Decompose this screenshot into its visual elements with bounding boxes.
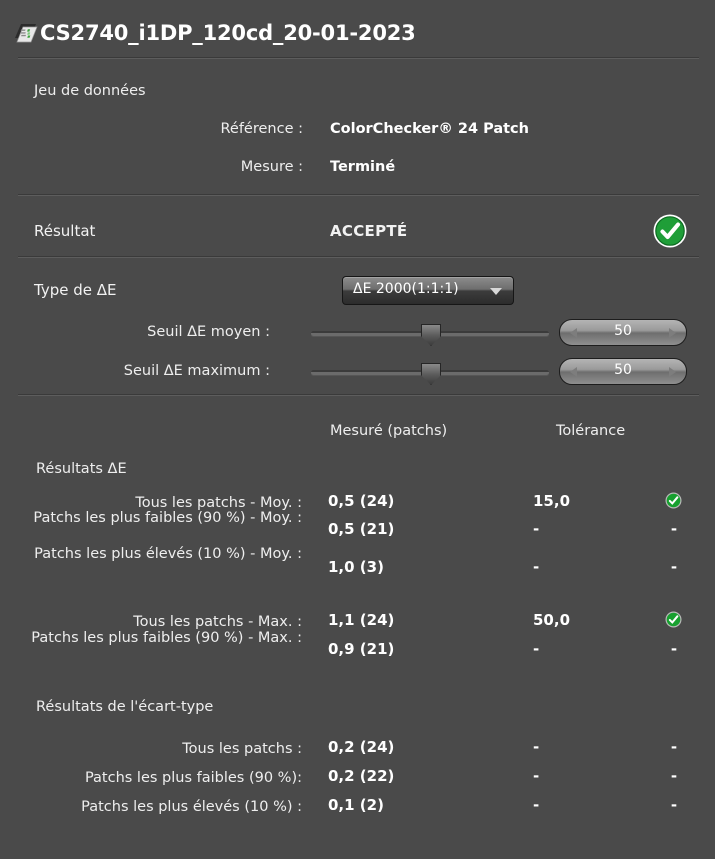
table-row-measured: 1,0 (3) — [328, 558, 384, 576]
table-row-tolerance: - — [533, 767, 540, 785]
delta-e-type-selected-value: ΔE 2000(1:1:1) — [353, 281, 459, 297]
measure-value: Terminé — [330, 159, 396, 175]
check-circle-icon — [653, 214, 687, 248]
table-row-label: Patchs les plus faibles (90 %) - Max. : — [31, 630, 302, 646]
divider-3 — [18, 256, 699, 258]
mean-threshold-label: Seuil ΔE moyen : — [147, 324, 270, 340]
dataset-section-label: Jeu de données — [34, 83, 146, 99]
max-threshold-slider-thumb[interactable] — [421, 363, 441, 385]
table-row-tolerance: - — [533, 640, 540, 658]
triangle-right-icon[interactable] — [669, 328, 676, 338]
delta-e-results-heading: Résultats ΔE — [36, 461, 127, 477]
delta-e-type-label: Type de ΔE — [34, 281, 117, 299]
table-row-tolerance: 50,0 — [533, 611, 571, 629]
result-label: Résultat — [34, 222, 96, 240]
chevron-down-icon[interactable] — [490, 288, 502, 295]
measured-column-header: Mesuré (patchs) — [330, 423, 448, 439]
table-row-label: Tous les patchs : — [182, 741, 302, 757]
table-row-measured: 0,1 (2) — [328, 796, 384, 814]
max-threshold-value: 50 — [614, 362, 632, 378]
check-circle-icon — [665, 611, 682, 628]
triangle-right-icon[interactable] — [669, 367, 676, 377]
mean-threshold-slider-thumb[interactable] — [421, 324, 441, 346]
check-circle-icon — [665, 492, 682, 509]
titlebar: CS2740_i1DP_120cd_20-01-2023 — [0, 0, 715, 56]
table-row-status: - — [670, 520, 678, 538]
table-row-measured: 0,9 (21) — [328, 640, 395, 658]
page-title: CS2740_i1DP_120cd_20-01-2023 — [40, 21, 416, 45]
max-threshold-label: Seuil ΔE maximum : — [123, 363, 270, 379]
table-row-tolerance: - — [533, 738, 540, 756]
document-color-patches-icon — [15, 24, 38, 43]
table-row-measured: 0,2 (22) — [328, 767, 395, 785]
table-row-status: - — [670, 558, 678, 576]
table-row-label: Patchs les plus élevés (10 %) - Moy. : — [34, 546, 302, 562]
table-row-status: - — [670, 738, 678, 756]
table-row-tolerance: - — [533, 796, 540, 814]
table-row-measured: 0,2 (24) — [328, 738, 395, 756]
table-row-tolerance: - — [533, 520, 540, 538]
reference-value: ColorChecker® 24 Patch — [330, 121, 529, 137]
table-row-tolerance: 15,0 — [533, 492, 571, 510]
table-row-label: Patchs les plus faibles (90 %): — [84, 770, 302, 786]
std-dev-results-heading: Résultats de l'écart-type — [36, 699, 214, 715]
table-row-label: Patchs les plus élevés (10 %) : — [81, 799, 302, 815]
table-row-measured: 0,5 (24) — [328, 492, 395, 510]
mean-threshold-stepper[interactable]: 50 — [559, 319, 687, 346]
reference-label: Référence : — [220, 121, 303, 137]
divider-1 — [18, 57, 699, 59]
max-threshold-stepper[interactable]: 50 — [559, 358, 687, 385]
table-row-status: - — [670, 796, 678, 814]
table-row-label: Patchs les plus faibles (90 %) - Moy. : — [33, 510, 302, 526]
divider-2 — [18, 194, 699, 196]
table-row-measured: 1,1 (24) — [328, 611, 395, 629]
color-calibration-report-panel: CS2740_i1DP_120cd_20-01-2023 Jeu de donn… — [0, 0, 715, 859]
measure-label: Mesure : — [240, 159, 303, 175]
result-status-text: ACCEPTÉ — [330, 222, 408, 240]
table-row-status: - — [670, 640, 678, 658]
delta-e-type-dropdown[interactable]: ΔE 2000(1:1:1) — [342, 276, 514, 305]
mean-threshold-slider-track[interactable] — [311, 324, 549, 346]
max-threshold-slider-track[interactable] — [311, 363, 549, 385]
tolerance-column-header: Tolérance — [556, 423, 626, 439]
table-row-status: - — [670, 767, 678, 785]
mean-threshold-value: 50 — [614, 323, 632, 339]
table-row-measured: 0,5 (21) — [328, 520, 395, 538]
table-row-tolerance: - — [533, 558, 540, 576]
divider-4 — [18, 394, 699, 396]
